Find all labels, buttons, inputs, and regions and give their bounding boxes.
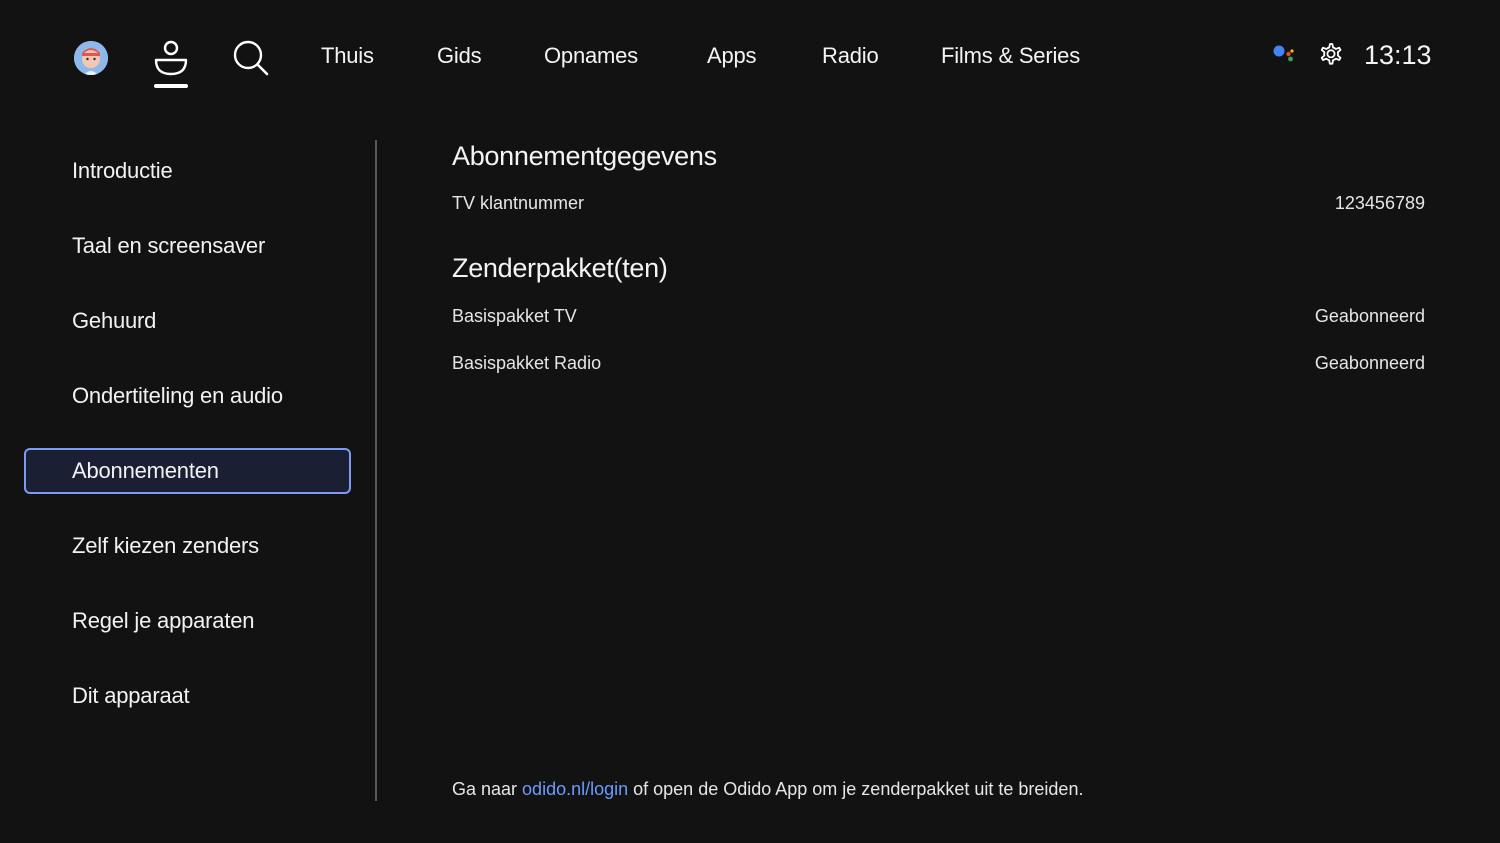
google-assistant-icon[interactable] [1272,44,1296,64]
profile-active-indicator [154,84,188,88]
settings-screen: Thuis Gids Opnames Apps Radio Films & Se… [0,0,1500,843]
section-title-abonnementgegevens: Abonnementgegevens [452,141,717,171]
sidebar-item-label: Abonnementen [72,458,219,483]
sidebar-item-dit-apparaat[interactable]: Dit apparaat [24,673,351,719]
row-label-tv-klantnummer: TV klantnummer [452,193,585,213]
odido-login-link[interactable]: odido.nl/login [522,779,628,799]
row-value-basispakket-radio: Geabonneerd [1314,353,1425,373]
clock: 13:13 [1364,40,1432,70]
row-value-tv-klantnummer: 123456789 [1334,193,1425,213]
settings-button[interactable] [1317,40,1345,68]
row-label-basispakket-tv: Basispakket TV [452,306,577,326]
sidebar-divider [375,140,377,801]
search-button[interactable] [232,39,270,77]
profile-icon [154,40,188,76]
row-label-basispakket-radio: Basispakket Radio [452,353,602,373]
sidebar-item-regel-je-apparaten[interactable]: Regel je apparaten [24,598,351,644]
avatar[interactable] [74,41,108,75]
footer-note: Ga naar odido.nl/login of open de Odido … [452,779,1083,800]
sidebar-item-introductie[interactable]: Introductie [24,148,351,194]
sidebar-item-label: Introductie [72,158,173,183]
nav-item-thuis[interactable]: Thuis [321,43,374,69]
sidebar-item-gehuurd[interactable]: Gehuurd [24,298,351,344]
nav-item-gids[interactable]: Gids [437,43,482,69]
sidebar-item-label: Gehuurd [72,308,157,333]
row-value-basispakket-tv: Geabonneerd [1314,306,1425,326]
sidebar-item-taal-en-screensaver[interactable]: Taal en screensaver [24,223,351,269]
search-icon [233,40,269,76]
section-title-zenderpakketten: Zenderpakket(ten) [452,253,668,283]
sidebar-item-label: Zelf kiezen zenders [72,533,259,558]
avatar-image [74,41,108,75]
nav-item-films-series[interactable]: Films & Series [941,43,1080,69]
sidebar-item-abonnementen[interactable]: Abonnementen [24,448,351,494]
sidebar-item-label: Regel je apparaten [72,608,255,633]
sidebar-item-label: Taal en screensaver [72,233,266,258]
footer-suffix: of open de Odido App om je zenderpakket … [628,779,1084,799]
sidebar-item-label: Ondertiteling en audio [72,383,283,408]
footer-prefix: Ga naar [452,779,523,799]
nav-item-radio[interactable]: Radio [822,43,879,69]
sidebar-item-label: Dit apparaat [72,683,190,708]
nav-item-opnames[interactable]: Opnames [544,43,638,69]
nav-item-apps[interactable]: Apps [707,43,757,69]
sidebar-item-ondertiteling-en-audio[interactable]: Ondertiteling en audio [24,373,351,419]
profile-button[interactable] [150,38,192,90]
top-navigation: Thuis Gids Opnames Apps Radio Films & Se… [0,0,1500,110]
sidebar-item-zelf-kiezen-zenders[interactable]: Zelf kiezen zenders [24,523,351,569]
gear-icon [1320,43,1342,65]
